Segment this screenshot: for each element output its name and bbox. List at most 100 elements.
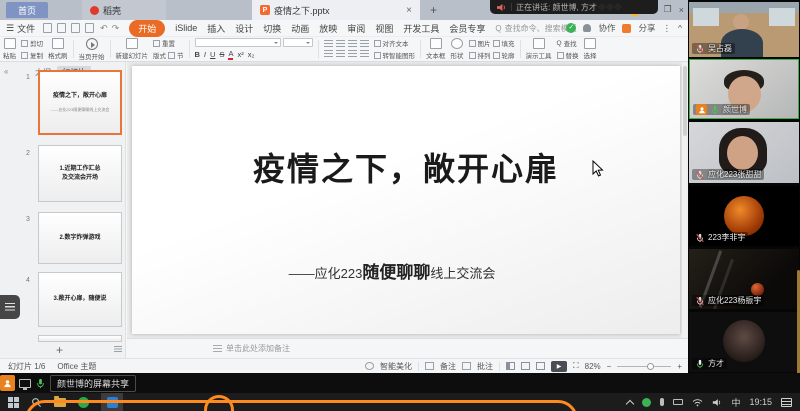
beautify-button[interactable]: 智能美化 xyxy=(380,361,412,372)
more-icon[interactable]: ⋮ xyxy=(663,23,672,34)
battery-icon[interactable] xyxy=(673,399,683,405)
open-file-icon[interactable] xyxy=(57,23,66,33)
cut-button[interactable]: 剪切 xyxy=(21,38,43,48)
restore-button[interactable]: ❐ xyxy=(664,4,672,15)
normal-view-icon[interactable] xyxy=(506,362,515,370)
font-family-combo[interactable] xyxy=(195,38,281,47)
floating-menu-handle[interactable] xyxy=(0,295,20,319)
tab-design[interactable]: 设计 xyxy=(235,22,253,35)
present-tools-button[interactable]: 演示工具 xyxy=(526,38,552,60)
document-tab[interactable]: P 疫情之下.pptx × xyxy=(252,0,420,20)
section-button[interactable]: 节 xyxy=(177,50,184,60)
arrange-button[interactable]: 排列 xyxy=(478,50,491,60)
command-search[interactable]: Q 查找命令、搜索模板 xyxy=(495,23,576,34)
subscript-button[interactable]: x₂ xyxy=(248,50,255,59)
tab-slideshow[interactable]: 放映 xyxy=(319,22,337,35)
panel-menu-icon[interactable] xyxy=(114,346,122,352)
share-button[interactable]: 分享 xyxy=(638,22,655,34)
increase-indent-icon[interactable] xyxy=(360,40,369,48)
paste-button[interactable]: 粘贴 xyxy=(3,38,16,60)
to-smartart-button[interactable]: 转智能图形 xyxy=(374,50,416,60)
home-tab[interactable]: 首页 xyxy=(6,2,48,18)
tab-insert[interactable]: 插入 xyxy=(207,22,225,35)
zoom-slider[interactable] xyxy=(617,366,671,367)
save-icon[interactable] xyxy=(71,23,80,33)
tab-review[interactable]: 审阅 xyxy=(347,22,365,35)
video-tile[interactable]: 223李非宇 xyxy=(689,186,799,246)
tab-home[interactable]: 开始 xyxy=(129,20,165,37)
video-tile[interactable]: 应化223张甜甜 xyxy=(689,122,799,183)
textbox-button[interactable]: 文本框 xyxy=(426,38,446,60)
slide-canvas[interactable]: 疫情之下，敞开心扉 ——应化223随便聊聊线上交流会 xyxy=(132,66,680,334)
new-slide-button[interactable]: 新建幻灯片 xyxy=(116,38,149,60)
slide-thumbnail-5[interactable] xyxy=(38,335,122,342)
reading-view-icon[interactable] xyxy=(536,362,545,370)
tab-transitions[interactable]: 切换 xyxy=(263,22,281,35)
tray-mic-icon[interactable] xyxy=(660,398,664,406)
notification-icon[interactable] xyxy=(781,398,792,407)
find-button[interactable]: Q查找 xyxy=(557,38,579,48)
underline-button[interactable]: U xyxy=(210,50,215,59)
theme-name[interactable]: Office 主题 xyxy=(57,361,96,372)
picture-button[interactable]: 图片 xyxy=(478,38,491,48)
copy-button[interactable]: 复制 xyxy=(21,50,43,60)
collaborate-button[interactable]: 协作 xyxy=(598,22,615,34)
cloud-sync-icon[interactable]: ✓ xyxy=(566,23,576,33)
wifi-icon[interactable] xyxy=(692,398,703,407)
ime-indicator[interactable]: 中 xyxy=(731,396,740,409)
zoom-level[interactable]: 82% xyxy=(585,362,601,371)
undo-icon[interactable]: ↶ xyxy=(100,23,108,34)
format-painter-button[interactable]: 格式刷 xyxy=(48,38,68,60)
notes-bar[interactable]: 单击此处添加备注 xyxy=(127,338,688,358)
italic-button[interactable]: I xyxy=(204,50,206,59)
volume-icon[interactable] xyxy=(712,398,722,407)
file-menu[interactable]: ☰ 文件 xyxy=(6,22,35,35)
video-tile[interactable]: 方才 xyxy=(689,312,799,372)
align-text-button[interactable]: 对齐文本 xyxy=(374,38,416,48)
slide-thumbnail-2[interactable]: 1.近期工作汇总 及交流会开场 xyxy=(38,145,122,202)
tab-member[interactable]: 会员专享 xyxy=(449,22,485,35)
slide-thumbnail-1[interactable]: 疫情之下，敞开心扉 ——应化223随便聊聊线上交流会 xyxy=(38,70,122,135)
play-from-current-button[interactable]: 当页开始 xyxy=(79,38,105,61)
tray-green-icon[interactable] xyxy=(642,398,651,407)
decrease-indent-icon[interactable] xyxy=(348,40,357,48)
video-tile[interactable]: 应化223杨振宇 xyxy=(689,249,799,309)
align-left-icon[interactable] xyxy=(324,50,333,58)
new-file-icon[interactable] xyxy=(43,23,52,33)
tab-close-icon[interactable]: × xyxy=(406,5,412,16)
slide-thumbnail-3[interactable]: 2.数字炸弹游戏 xyxy=(38,212,122,264)
tray-expand-icon[interactable] xyxy=(626,399,634,407)
strikethrough-button[interactable]: S xyxy=(219,50,224,59)
video-tile-speaking[interactable]: 颜世博 xyxy=(689,59,799,119)
font-size-combo[interactable] xyxy=(283,38,313,47)
slide-thumbnail-4[interactable]: 3.敞开心扉，随便说 xyxy=(38,272,122,327)
align-right-icon[interactable] xyxy=(348,50,357,58)
zoom-in-button[interactable]: + xyxy=(677,362,682,371)
font-color-button[interactable]: A xyxy=(228,49,233,60)
bullet-list-icon[interactable] xyxy=(324,40,333,48)
line-spacing-icon[interactable] xyxy=(360,50,369,58)
layout-button[interactable]: 版式 xyxy=(153,50,166,60)
outline-button[interactable]: 轮廓 xyxy=(502,50,515,60)
new-tab-button[interactable]: + xyxy=(430,3,437,17)
replace-button[interactable]: 替换 xyxy=(557,50,579,60)
select-button[interactable]: 选择 xyxy=(584,38,597,60)
fit-window-icon[interactable]: ⛶ xyxy=(573,361,579,371)
sorter-view-icon[interactable] xyxy=(521,362,530,370)
slide-subtitle[interactable]: ——应化223随便聊聊线上交流会 xyxy=(132,258,652,283)
comment-button[interactable]: 批注 xyxy=(477,361,493,372)
align-center-icon[interactable] xyxy=(336,50,345,58)
close-button[interactable]: × xyxy=(679,5,684,15)
collapse-ribbon-icon[interactable]: ^ xyxy=(678,23,682,33)
slideshow-play-button[interactable]: ▶ xyxy=(551,361,567,372)
tab-developer[interactable]: 开发工具 xyxy=(403,22,439,35)
reset-button[interactable]: 重置 xyxy=(153,38,184,48)
clock[interactable]: 19:15 xyxy=(749,397,772,407)
start-button[interactable] xyxy=(8,397,19,408)
shapes-button[interactable]: 形状 xyxy=(451,38,464,60)
superscript-button[interactable]: x² xyxy=(237,50,243,59)
print-icon[interactable] xyxy=(85,23,94,33)
redo-icon[interactable]: ↷ xyxy=(112,23,120,34)
docer-tab[interactable]: 稻壳 xyxy=(82,0,166,20)
zoom-slider-knob[interactable] xyxy=(647,363,654,370)
